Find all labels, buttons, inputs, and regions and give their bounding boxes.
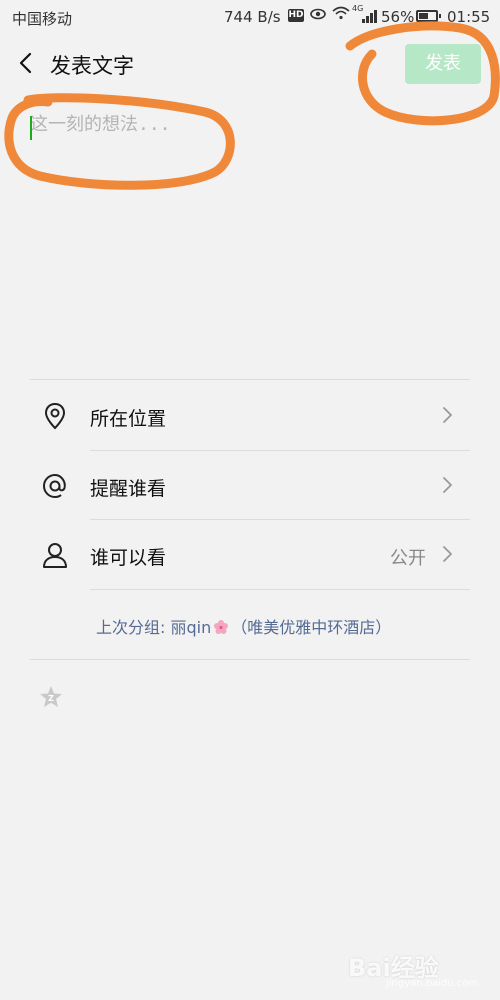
visibility-value: 公开: [390, 548, 426, 569]
option-label: 所在位置: [90, 408, 167, 430]
svg-text:Z: Z: [48, 694, 54, 703]
carrier-label: 中国移动: [12, 10, 73, 28]
back-arrow-icon[interactable]: [14, 50, 40, 76]
post-text-input[interactable]: [30, 110, 470, 350]
option-row-mention[interactable]: 提醒谁看: [0, 451, 500, 521]
status-bar: 中国移动 744 B/s HD 4G 56% 01:55: [0, 0, 500, 36]
baidu-watermark-url: jingyan.baidu.com: [386, 978, 479, 989]
at-sign-icon: [40, 471, 70, 501]
battery-icon: [416, 10, 441, 22]
clock: 01:55: [447, 8, 491, 26]
person-icon: [40, 540, 70, 570]
last-group-link[interactable]: 上次分组: 丽qin （唯美优雅中环酒店）: [96, 614, 391, 638]
text-cursor: [30, 116, 32, 140]
divider: [30, 379, 470, 380]
eye-icon: [310, 6, 326, 24]
last-group-suffix: （唯美优雅中环酒店）: [231, 618, 392, 637]
post-button[interactable]: 发表: [405, 44, 481, 84]
option-label: 提醒谁看: [90, 478, 167, 500]
chevron-right-icon: [440, 545, 454, 563]
chevron-right-icon: [440, 476, 454, 494]
sticker-star-icon[interactable]: Z: [38, 684, 64, 710]
signal-icon: [362, 9, 378, 23]
option-row-visibility[interactable]: 谁可以看 公开: [0, 520, 500, 590]
option-label: 谁可以看: [90, 547, 167, 569]
wifi-icon: [332, 6, 350, 24]
chevron-right-icon: [440, 406, 454, 424]
last-group-prefix: 上次分组: 丽qin: [96, 618, 212, 637]
divider: [90, 589, 470, 590]
divider: [30, 659, 470, 660]
battery-percent: 56%: [381, 8, 415, 26]
network-speed: 744 B/s: [224, 8, 281, 26]
option-row-location[interactable]: 所在位置: [0, 381, 500, 451]
cherry-blossom-icon: [213, 619, 229, 635]
location-pin-icon: [40, 401, 70, 431]
page-title: 发表文字: [50, 54, 134, 78]
hd-badge: HD: [288, 9, 304, 22]
